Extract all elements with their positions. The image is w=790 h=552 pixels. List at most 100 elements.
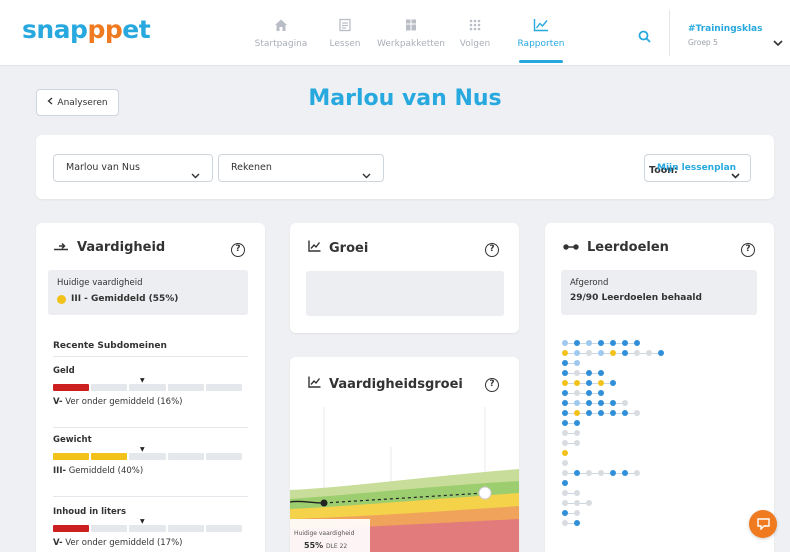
- package-icon: [376, 18, 446, 36]
- divider: [53, 496, 248, 497]
- subdomain-level: V- Ver onder gemiddeld (17%): [53, 538, 183, 548]
- goal-dot[interactable]: [562, 480, 568, 486]
- subdomain-progress-bar: [53, 453, 243, 460]
- help-icon[interactable]: ?: [231, 243, 245, 257]
- goal-dot[interactable]: [574, 440, 580, 446]
- search-icon[interactable]: [638, 28, 651, 47]
- current-skill-value: III - Gemiddeld (55%): [57, 294, 178, 304]
- progress-segment: [53, 384, 90, 391]
- goals-done-value: 29/90 Leerdoelen behaald: [570, 293, 702, 303]
- nav-item-volgen[interactable]: Volgen: [440, 18, 510, 49]
- vaardigheidsgroei-card: Vaardigheidsgroei ? Huidige vaardigheid …: [290, 357, 519, 552]
- goal-dot[interactable]: [658, 350, 664, 356]
- vaardigheid-title: Vaardigheid: [53, 240, 165, 255]
- chevron-left-icon: [47, 97, 53, 108]
- skill-level-icon: [53, 240, 69, 255]
- student-select[interactable]: Marlou van Nus: [53, 154, 213, 182]
- chat-button[interactable]: [749, 510, 777, 538]
- nav-active-indicator: [519, 60, 563, 63]
- page-title: Marlou van Nus: [308, 86, 502, 111]
- subject-select[interactable]: Rekenen: [218, 154, 384, 182]
- goal-dot[interactable]: [574, 360, 580, 366]
- goal-dot[interactable]: [574, 430, 580, 436]
- average-marker: ▼: [140, 377, 145, 384]
- help-icon[interactable]: ?: [485, 243, 499, 257]
- back-button[interactable]: Analyseren: [36, 89, 119, 116]
- goal-dot[interactable]: [634, 470, 640, 476]
- nav-item-lessen[interactable]: Lessen: [310, 18, 380, 49]
- divider: [53, 427, 248, 428]
- chevron-down-icon: [191, 164, 200, 190]
- subdomains-heading: Recente Subdomeinen: [53, 341, 167, 351]
- nav-item-startpagina[interactable]: Startpagina: [246, 18, 316, 49]
- leerdoelen-title: Leerdoelen: [563, 240, 669, 255]
- skill-color-dot: [57, 294, 66, 304]
- goal-dot[interactable]: [598, 390, 604, 396]
- goal-dot[interactable]: [562, 450, 568, 456]
- leerdoelen-title-text: Leerdoelen: [587, 240, 669, 255]
- progress-segment: [205, 384, 243, 391]
- subdomain-progress-bar: [53, 525, 243, 532]
- progress-segment: [91, 525, 128, 532]
- vaardigheid-card: Vaardigheid ? Huidige vaardigheid III - …: [36, 223, 265, 552]
- divider: [53, 356, 248, 357]
- vaardigheidsgroei-title: Vaardigheidsgroei: [308, 376, 463, 392]
- progress-segment: [129, 525, 166, 532]
- subject-select-value: Rekenen: [231, 162, 272, 173]
- vaardigheid-title-text: Vaardigheid: [77, 240, 166, 255]
- average-marker: ▼: [140, 518, 145, 525]
- nav-item-rapporten[interactable]: Rapporten: [506, 18, 576, 49]
- chevron-down-icon[interactable]: [773, 32, 783, 51]
- progress-segment: [167, 453, 204, 460]
- vaardigheidsgroei-title-text: Vaardigheidsgroei: [329, 376, 463, 392]
- snappet-logo[interactable]: snapppet: [22, 15, 151, 44]
- progress-segment: [205, 453, 243, 460]
- goal-dot[interactable]: [574, 510, 580, 516]
- goal-dot[interactable]: [598, 370, 604, 376]
- class-name[interactable]: #Trainingsklas: [688, 24, 763, 34]
- top-navigation: snapppet Startpagina Lessen Werkpakkette…: [0, 0, 790, 66]
- grid-icon: [440, 18, 510, 36]
- progress-segment: [205, 525, 243, 532]
- leerdoelen-card: Leerdoelen ? Afgerond 29/90 Leerdoelen b…: [545, 223, 774, 552]
- groei-title-text: Groei: [329, 240, 369, 256]
- goals-summary-box: Afgerond 29/90 Leerdoelen behaald: [561, 270, 757, 315]
- goal-dot[interactable]: [574, 420, 580, 426]
- filter-panel: Marlou van Nus Rekenen Toon: Mijn lessen…: [36, 135, 774, 199]
- goal-dot[interactable]: [634, 340, 640, 346]
- lessons-icon: [310, 18, 380, 36]
- student-select-value: Marlou van Nus: [66, 162, 140, 173]
- goal-dot[interactable]: [610, 380, 616, 386]
- help-icon[interactable]: ?: [741, 243, 755, 257]
- groei-card: Groei ?: [290, 223, 519, 333]
- subdomain-level: III- Gemiddeld (40%): [53, 466, 144, 476]
- nav-item-werkpakketten[interactable]: Werkpakketten: [376, 18, 446, 49]
- goal-dot[interactable]: [634, 410, 640, 416]
- help-icon[interactable]: ?: [485, 378, 499, 392]
- progress-segment: [53, 525, 90, 532]
- goals-done-label: Afgerond: [570, 278, 609, 288]
- line-chart-icon: [308, 376, 321, 392]
- subdomain-name: Geld: [53, 366, 75, 376]
- current-skill-label: Huidige vaardigheid: [57, 278, 143, 288]
- group-name: Groep 5: [688, 38, 718, 47]
- show-select-value: Mijn lessenplan: [657, 163, 737, 173]
- line-chart-icon: [308, 240, 321, 256]
- chevron-down-icon: [362, 164, 371, 190]
- goal-dot[interactable]: [562, 460, 568, 466]
- groei-placeholder: [306, 271, 504, 316]
- chart-icon: [506, 18, 576, 36]
- goal-dot[interactable]: [586, 500, 592, 506]
- nav-divider: [669, 10, 670, 56]
- progress-segment: [91, 453, 128, 460]
- current-skill-box: Huidige vaardigheid III - Gemiddeld (55%…: [48, 270, 248, 315]
- progress-segment: [129, 453, 166, 460]
- subdomain-progress-bar: [53, 384, 243, 391]
- goal-dot[interactable]: [574, 520, 580, 526]
- home-icon: [246, 18, 316, 36]
- goal-dot[interactable]: [622, 400, 628, 406]
- show-select[interactable]: Mijn lessenplan: [644, 154, 751, 182]
- goal-dot[interactable]: [574, 490, 580, 496]
- progress-segment: [129, 384, 166, 391]
- progress-segment: [91, 384, 128, 391]
